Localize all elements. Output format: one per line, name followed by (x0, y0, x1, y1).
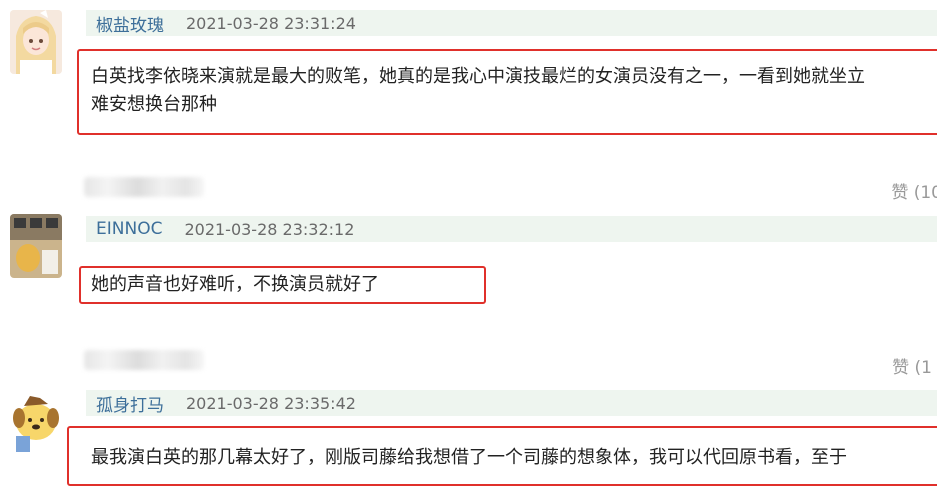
comment-time: 2021-03-28 23:32:12 (184, 219, 355, 239)
like-count[interactable]: 赞 (1 (892, 353, 932, 378)
user-avatar[interactable] (10, 388, 62, 452)
comment-text-line: 她的声音也好难听，不换演员就好了 (91, 274, 379, 295)
comment-text-line: 最我演白英的那几幕太好了，刚版司藤给我想借了一个司藤的想象体，我可以代回原书看，… (91, 447, 847, 468)
username-link[interactable]: EINNOC (96, 219, 162, 239)
anime-girl-avatar-icon (10, 10, 62, 74)
comment-text-line: 白英找李依晓来演就是最大的败笔，她真的是我心中演技最烂的女演员没有之一，一看到她… (91, 66, 865, 87)
comment-body-highlight: 最我演白英的那几幕太好了，刚版司藤给我想借了一个司藤的想象体，我可以代回原书看，… (67, 426, 937, 486)
blurred-region (84, 350, 204, 370)
user-avatar[interactable] (10, 10, 62, 74)
comment-time: 2021-03-28 23:35:42 (186, 393, 356, 413)
username-link[interactable]: 椒盐玫瑰 (96, 11, 164, 36)
comment-body-highlight: 她的声音也好难听，不换演员就好了 (79, 266, 486, 304)
pompompurin-dog-avatar-icon (10, 388, 62, 452)
comment-meta: EINNOC 2021-03-28 23:32:12 (86, 216, 937, 242)
comment-text-line: 难安想换台那种 (91, 94, 217, 115)
comment-meta: 孤身打马 2021-03-28 23:35:42 (86, 390, 937, 416)
comment-time: 2021-03-28 23:31:24 (186, 13, 356, 33)
user-avatar[interactable] (10, 214, 62, 278)
like-count[interactable]: 赞 (10 (891, 178, 937, 203)
photo-room-avatar-icon (10, 214, 62, 278)
blurred-region (84, 177, 204, 197)
username-link[interactable]: 孤身打马 (96, 391, 164, 416)
comment-body-highlight: 白英找李依晓来演就是最大的败笔，她真的是我心中演技最烂的女演员没有之一，一看到她… (77, 49, 937, 135)
comment-meta: 椒盐玫瑰 2021-03-28 23:31:24 (86, 10, 937, 36)
